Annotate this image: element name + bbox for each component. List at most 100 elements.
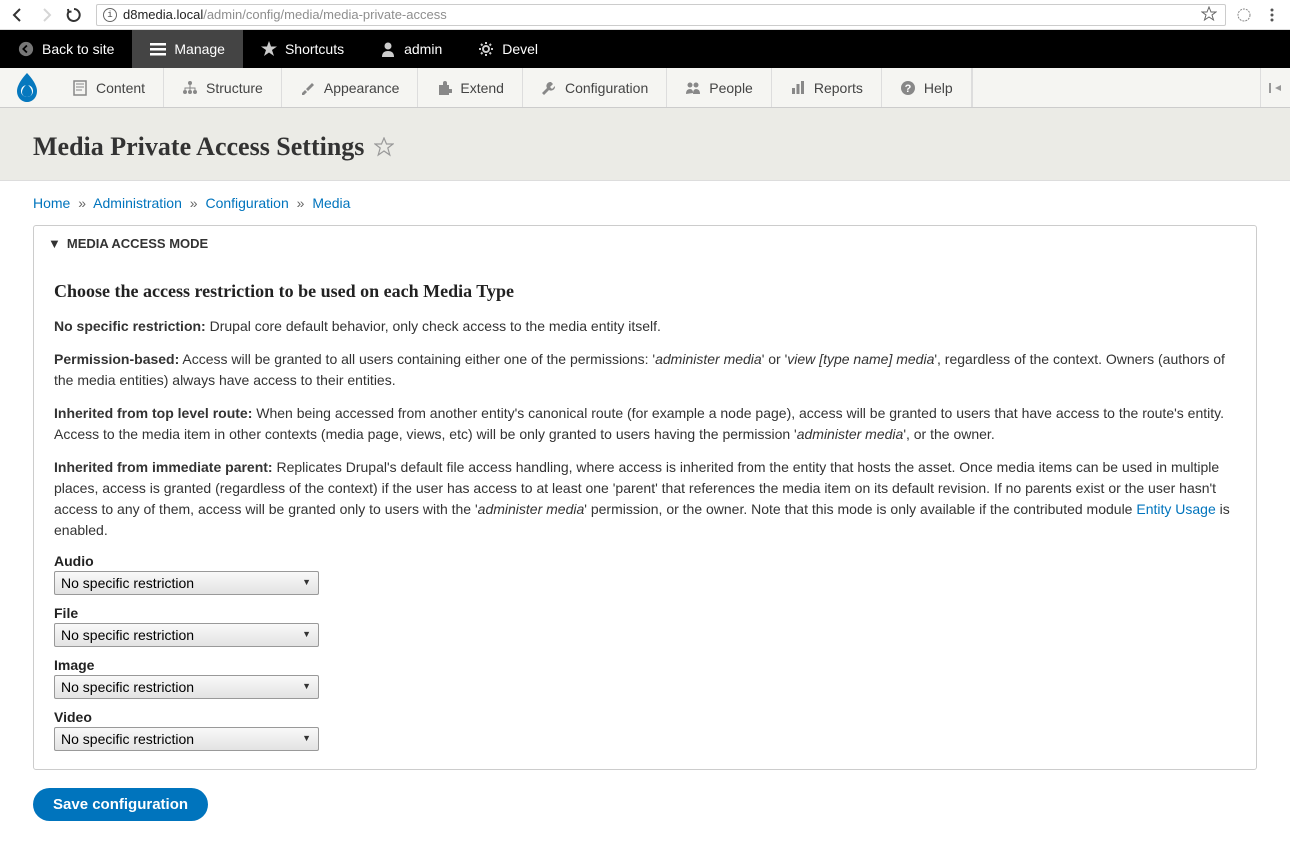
details-summary-text: Media access mode <box>67 236 208 251</box>
toolbar-back-label: Back to site <box>42 41 114 57</box>
breadcrumb: Home » Administration » Configuration » … <box>0 181 1290 225</box>
form-item-video: Video No specific restriction <box>54 709 1236 751</box>
toolbar-devel-label: Devel <box>502 41 538 57</box>
save-button[interactable]: Save configuration <box>33 788 208 821</box>
nav-people[interactable]: People <box>667 68 772 107</box>
help-label: Inherited from immediate parent: <box>54 459 273 475</box>
nav-content[interactable]: Content <box>54 68 164 107</box>
help-em: administer media <box>478 501 585 517</box>
video-label: Video <box>54 709 1236 725</box>
people-icon <box>685 80 701 96</box>
breadcrumb-configuration[interactable]: Configuration <box>205 195 288 211</box>
help-text: ' or ' <box>762 351 788 367</box>
audio-select[interactable]: No specific restriction <box>54 571 319 595</box>
help-label: No specific restriction: <box>54 318 206 334</box>
nav-configuration[interactable]: Configuration <box>523 68 667 107</box>
drupal-logo[interactable] <box>0 68 54 107</box>
help-icon: ? <box>900 80 916 96</box>
breadcrumb-separator: » <box>297 195 305 211</box>
browser-refresh-button[interactable] <box>64 5 84 25</box>
breadcrumb-separator: » <box>78 195 86 211</box>
help-text: Access will be granted to all users cont… <box>179 351 655 367</box>
toolbar-manage-label: Manage <box>174 41 225 57</box>
user-button[interactable]: admin <box>362 30 460 68</box>
nav-people-label: People <box>709 80 753 96</box>
url-host: d8media.local <box>123 7 203 22</box>
nav-structure[interactable]: Structure <box>164 68 282 107</box>
extension-icon[interactable] <box>1234 5 1254 25</box>
browser-url-bar[interactable]: i d8media.local/admin/config/media/media… <box>96 4 1226 26</box>
info-icon: i <box>103 8 117 22</box>
help-text: Drupal core default behavior, only check… <box>206 318 661 334</box>
form-item-image: Image No specific restriction <box>54 657 1236 699</box>
breadcrumb-home[interactable]: Home <box>33 195 70 211</box>
page-title: Media Private Access Settings <box>33 132 1257 162</box>
help-em: administer media <box>655 351 762 367</box>
nav-structure-label: Structure <box>206 80 263 96</box>
star-icon <box>261 41 277 57</box>
nav-extend-label: Extend <box>460 80 504 96</box>
nav-configuration-label: Configuration <box>565 80 648 96</box>
browser-chrome: i d8media.local/admin/config/media/media… <box>0 0 1290 30</box>
help-label: Permission-based: <box>54 351 179 367</box>
shortcuts-button[interactable]: Shortcuts <box>243 30 362 68</box>
audio-label: Audio <box>54 553 1236 569</box>
caret-down-icon: ▼ <box>48 236 61 251</box>
browser-forward-button[interactable] <box>36 5 56 25</box>
nav-appearance-label: Appearance <box>324 80 400 96</box>
help-permission-based: Permission-based: Access will be granted… <box>54 349 1236 391</box>
nav-appearance[interactable]: Appearance <box>282 68 419 107</box>
back-circle-icon <box>18 41 34 57</box>
image-select[interactable]: No specific restriction <box>54 675 319 699</box>
file-label: File <box>54 605 1236 621</box>
svg-text:?: ? <box>905 83 912 95</box>
nav-help-label: Help <box>924 80 953 96</box>
nav-reports-label: Reports <box>814 80 863 96</box>
reports-icon <box>790 80 806 96</box>
configuration-icon <box>541 80 557 96</box>
help-em: view [type name] media <box>787 351 934 367</box>
extend-icon <box>436 80 452 96</box>
back-to-site-button[interactable]: Back to site <box>0 30 132 68</box>
form-item-audio: Audio No specific restriction <box>54 553 1236 595</box>
breadcrumb-separator: » <box>190 195 198 211</box>
content-wrapper: ▼ Media access mode Choose the access re… <box>0 225 1290 841</box>
user-icon <box>380 41 396 57</box>
details-summary[interactable]: ▼ Media access mode <box>34 226 1256 261</box>
video-select[interactable]: No specific restriction <box>54 727 319 751</box>
help-em: administer media <box>797 426 904 442</box>
breadcrumb-administration[interactable]: Administration <box>93 195 182 211</box>
toolbar-user-label: admin <box>404 41 442 57</box>
toolbar-shortcuts-label: Shortcuts <box>285 41 344 57</box>
help-no-restriction: No specific restriction: Drupal core def… <box>54 316 1236 337</box>
favorite-star-icon[interactable] <box>374 137 394 157</box>
browser-menu-button[interactable] <box>1262 5 1282 25</box>
nav-help[interactable]: ? Help <box>882 68 972 107</box>
form-item-file: File No specific restriction <box>54 605 1236 647</box>
nav-collapse-button[interactable] <box>1260 68 1290 107</box>
help-label: Inherited from top level route: <box>54 405 252 421</box>
file-select[interactable]: No specific restriction <box>54 623 319 647</box>
structure-icon <box>182 80 198 96</box>
gear-icon <box>478 41 494 57</box>
browser-back-button[interactable] <box>8 5 28 25</box>
hamburger-icon <box>150 41 166 57</box>
appearance-icon <box>300 80 316 96</box>
details-content: Choose the access restriction to be used… <box>34 261 1256 769</box>
bookmark-star-icon[interactable] <box>1201 6 1219 24</box>
devel-button[interactable]: Devel <box>460 30 556 68</box>
secondary-nav: Content Structure Appearance Extend Conf… <box>0 68 1290 108</box>
nav-content-label: Content <box>96 80 145 96</box>
help-text: ' permission, or the owner. Note that th… <box>584 501 1136 517</box>
media-access-mode-details: ▼ Media access mode Choose the access re… <box>33 225 1257 770</box>
help-text: ', or the owner. <box>903 426 994 442</box>
nav-extend[interactable]: Extend <box>418 68 523 107</box>
nav-reports[interactable]: Reports <box>772 68 882 107</box>
manage-button[interactable]: Manage <box>132 30 243 68</box>
page-title-text: Media Private Access Settings <box>33 132 364 162</box>
breadcrumb-media[interactable]: Media <box>312 195 350 211</box>
help-inherited-parent: Inherited from immediate parent: Replica… <box>54 457 1236 541</box>
entity-usage-link[interactable]: Entity Usage <box>1136 501 1215 517</box>
url-path: /admin/config/media/media-private-access <box>203 7 447 22</box>
admin-toolbar: Back to site Manage Shortcuts admin Deve… <box>0 30 1290 68</box>
